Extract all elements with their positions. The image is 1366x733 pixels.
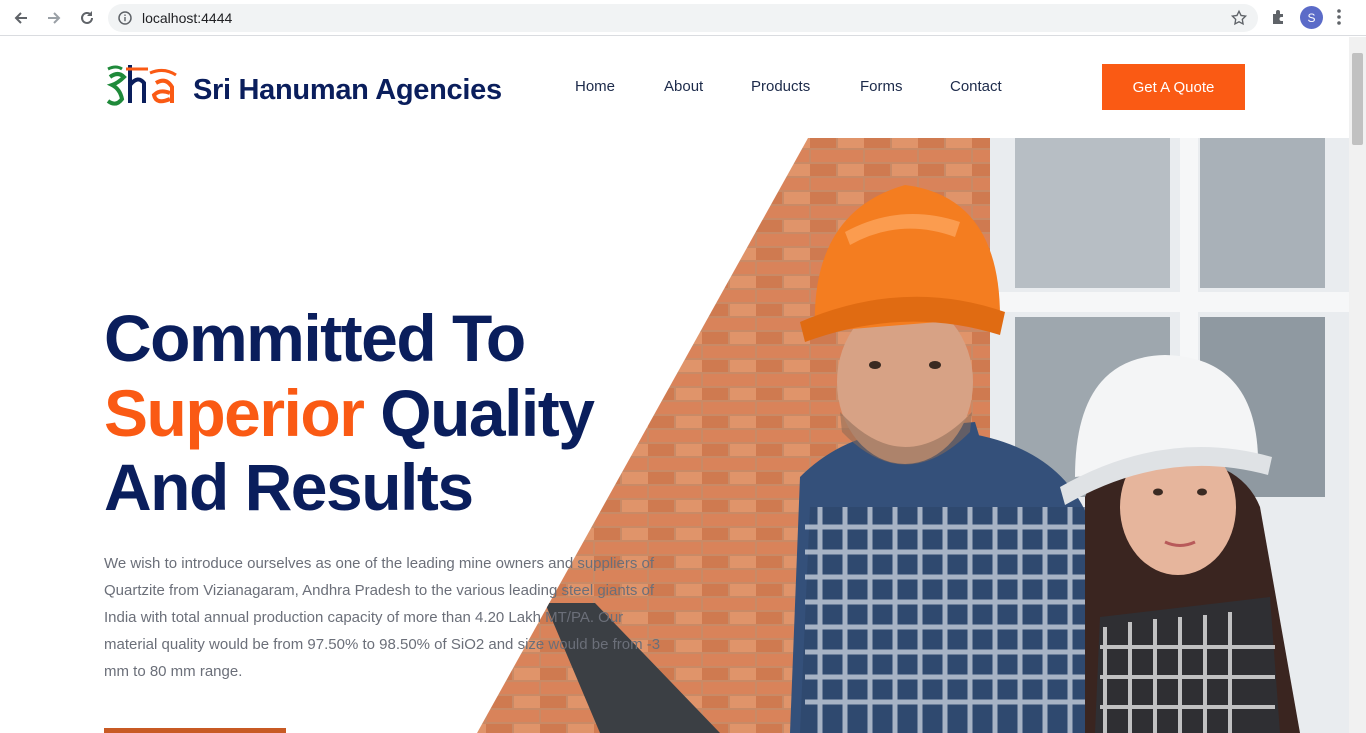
url-text[interactable]: localhost:4444 — [142, 10, 232, 26]
profile-avatar[interactable]: S — [1300, 6, 1323, 29]
address-bar[interactable]: localhost:4444 — [108, 4, 1258, 32]
kebab-menu-icon[interactable] — [1336, 8, 1342, 31]
page-scrollbar[interactable] — [1349, 37, 1366, 733]
info-icon[interactable] — [118, 11, 132, 30]
forward-arrow-icon[interactable] — [42, 6, 66, 30]
nav-products[interactable]: Products — [751, 78, 810, 95]
nav-contact[interactable]: Contact — [950, 78, 1002, 95]
hero-heading-line-2: Superior Quality — [104, 380, 595, 446]
star-icon[interactable] — [1230, 9, 1248, 32]
reload-icon[interactable] — [75, 6, 99, 30]
web-page: Sri Hanuman Agencies Home About Products… — [0, 37, 1349, 733]
hero-heading-accent: Superior — [104, 376, 365, 450]
nav-home[interactable]: Home — [575, 78, 615, 95]
hero-heading-line-2-rest: Quality — [380, 376, 595, 450]
back-arrow-icon[interactable] — [9, 6, 33, 30]
logo-mark-icon — [106, 65, 177, 106]
puzzle-icon[interactable] — [1270, 8, 1288, 31]
hero-intro-text: We wish to introduce ourselves as one of… — [104, 555, 661, 680]
hero-heading-line-1: Committed To — [104, 301, 526, 375]
site-logo[interactable] — [106, 63, 178, 109]
brand-name[interactable]: Sri Hanuman Agencies — [193, 74, 502, 107]
nav-forms[interactable]: Forms — [860, 78, 903, 95]
hero-cta-button[interactable] — [104, 728, 286, 733]
profile-initial: S — [1307, 10, 1316, 25]
get-quote-label: Get A Quote — [1132, 78, 1215, 96]
get-quote-button[interactable]: Get A Quote — [1102, 64, 1245, 110]
nav-about[interactable]: About — [664, 78, 703, 95]
browser-toolbar: localhost:4444 S — [0, 0, 1366, 36]
hero-heading-line-3: And Results — [104, 450, 474, 524]
scrollbar-thumb[interactable] — [1352, 53, 1363, 145]
